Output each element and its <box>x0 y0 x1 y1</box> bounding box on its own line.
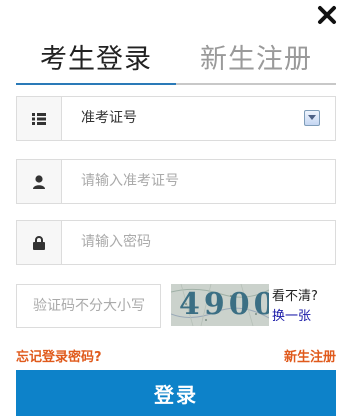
login-tabs: 考生登录 新生注册 <box>16 38 336 88</box>
id-type-select[interactable]: 准考证号 <box>16 96 336 141</box>
tab-underline <box>16 83 336 85</box>
tab-register[interactable]: 新生注册 <box>200 44 312 76</box>
forgot-password-link[interactable]: 忘记登录密码? <box>16 346 102 365</box>
captcha-code: 4900 <box>179 287 269 322</box>
close-icon[interactable] <box>316 4 338 26</box>
captcha-unclear-label: 看不清? <box>272 289 318 304</box>
username-field[interactable]: 请输入准考证号 <box>16 159 336 204</box>
list-icon <box>17 97 62 140</box>
captcha-refresh-link[interactable]: 换一张 <box>272 305 311 324</box>
captcha-input[interactable]: 验证码不分大小写 <box>16 284 161 328</box>
login-button[interactable]: 登录 <box>16 370 336 416</box>
captcha-image[interactable]: 4900 <box>171 284 269 326</box>
chevron-down-icon[interactable] <box>304 110 320 126</box>
username-input[interactable]: 请输入准考证号 <box>81 160 179 203</box>
tab-login[interactable]: 考生登录 <box>40 44 152 76</box>
tab-active-indicator <box>16 83 176 85</box>
user-icon <box>17 160 62 203</box>
password-field[interactable]: 请输入密码 <box>16 220 336 265</box>
id-type-selected: 准考证号 <box>81 110 137 126</box>
lock-icon <box>17 221 62 264</box>
register-link[interactable]: 新生注册 <box>284 346 336 365</box>
password-input[interactable]: 请输入密码 <box>81 221 151 264</box>
